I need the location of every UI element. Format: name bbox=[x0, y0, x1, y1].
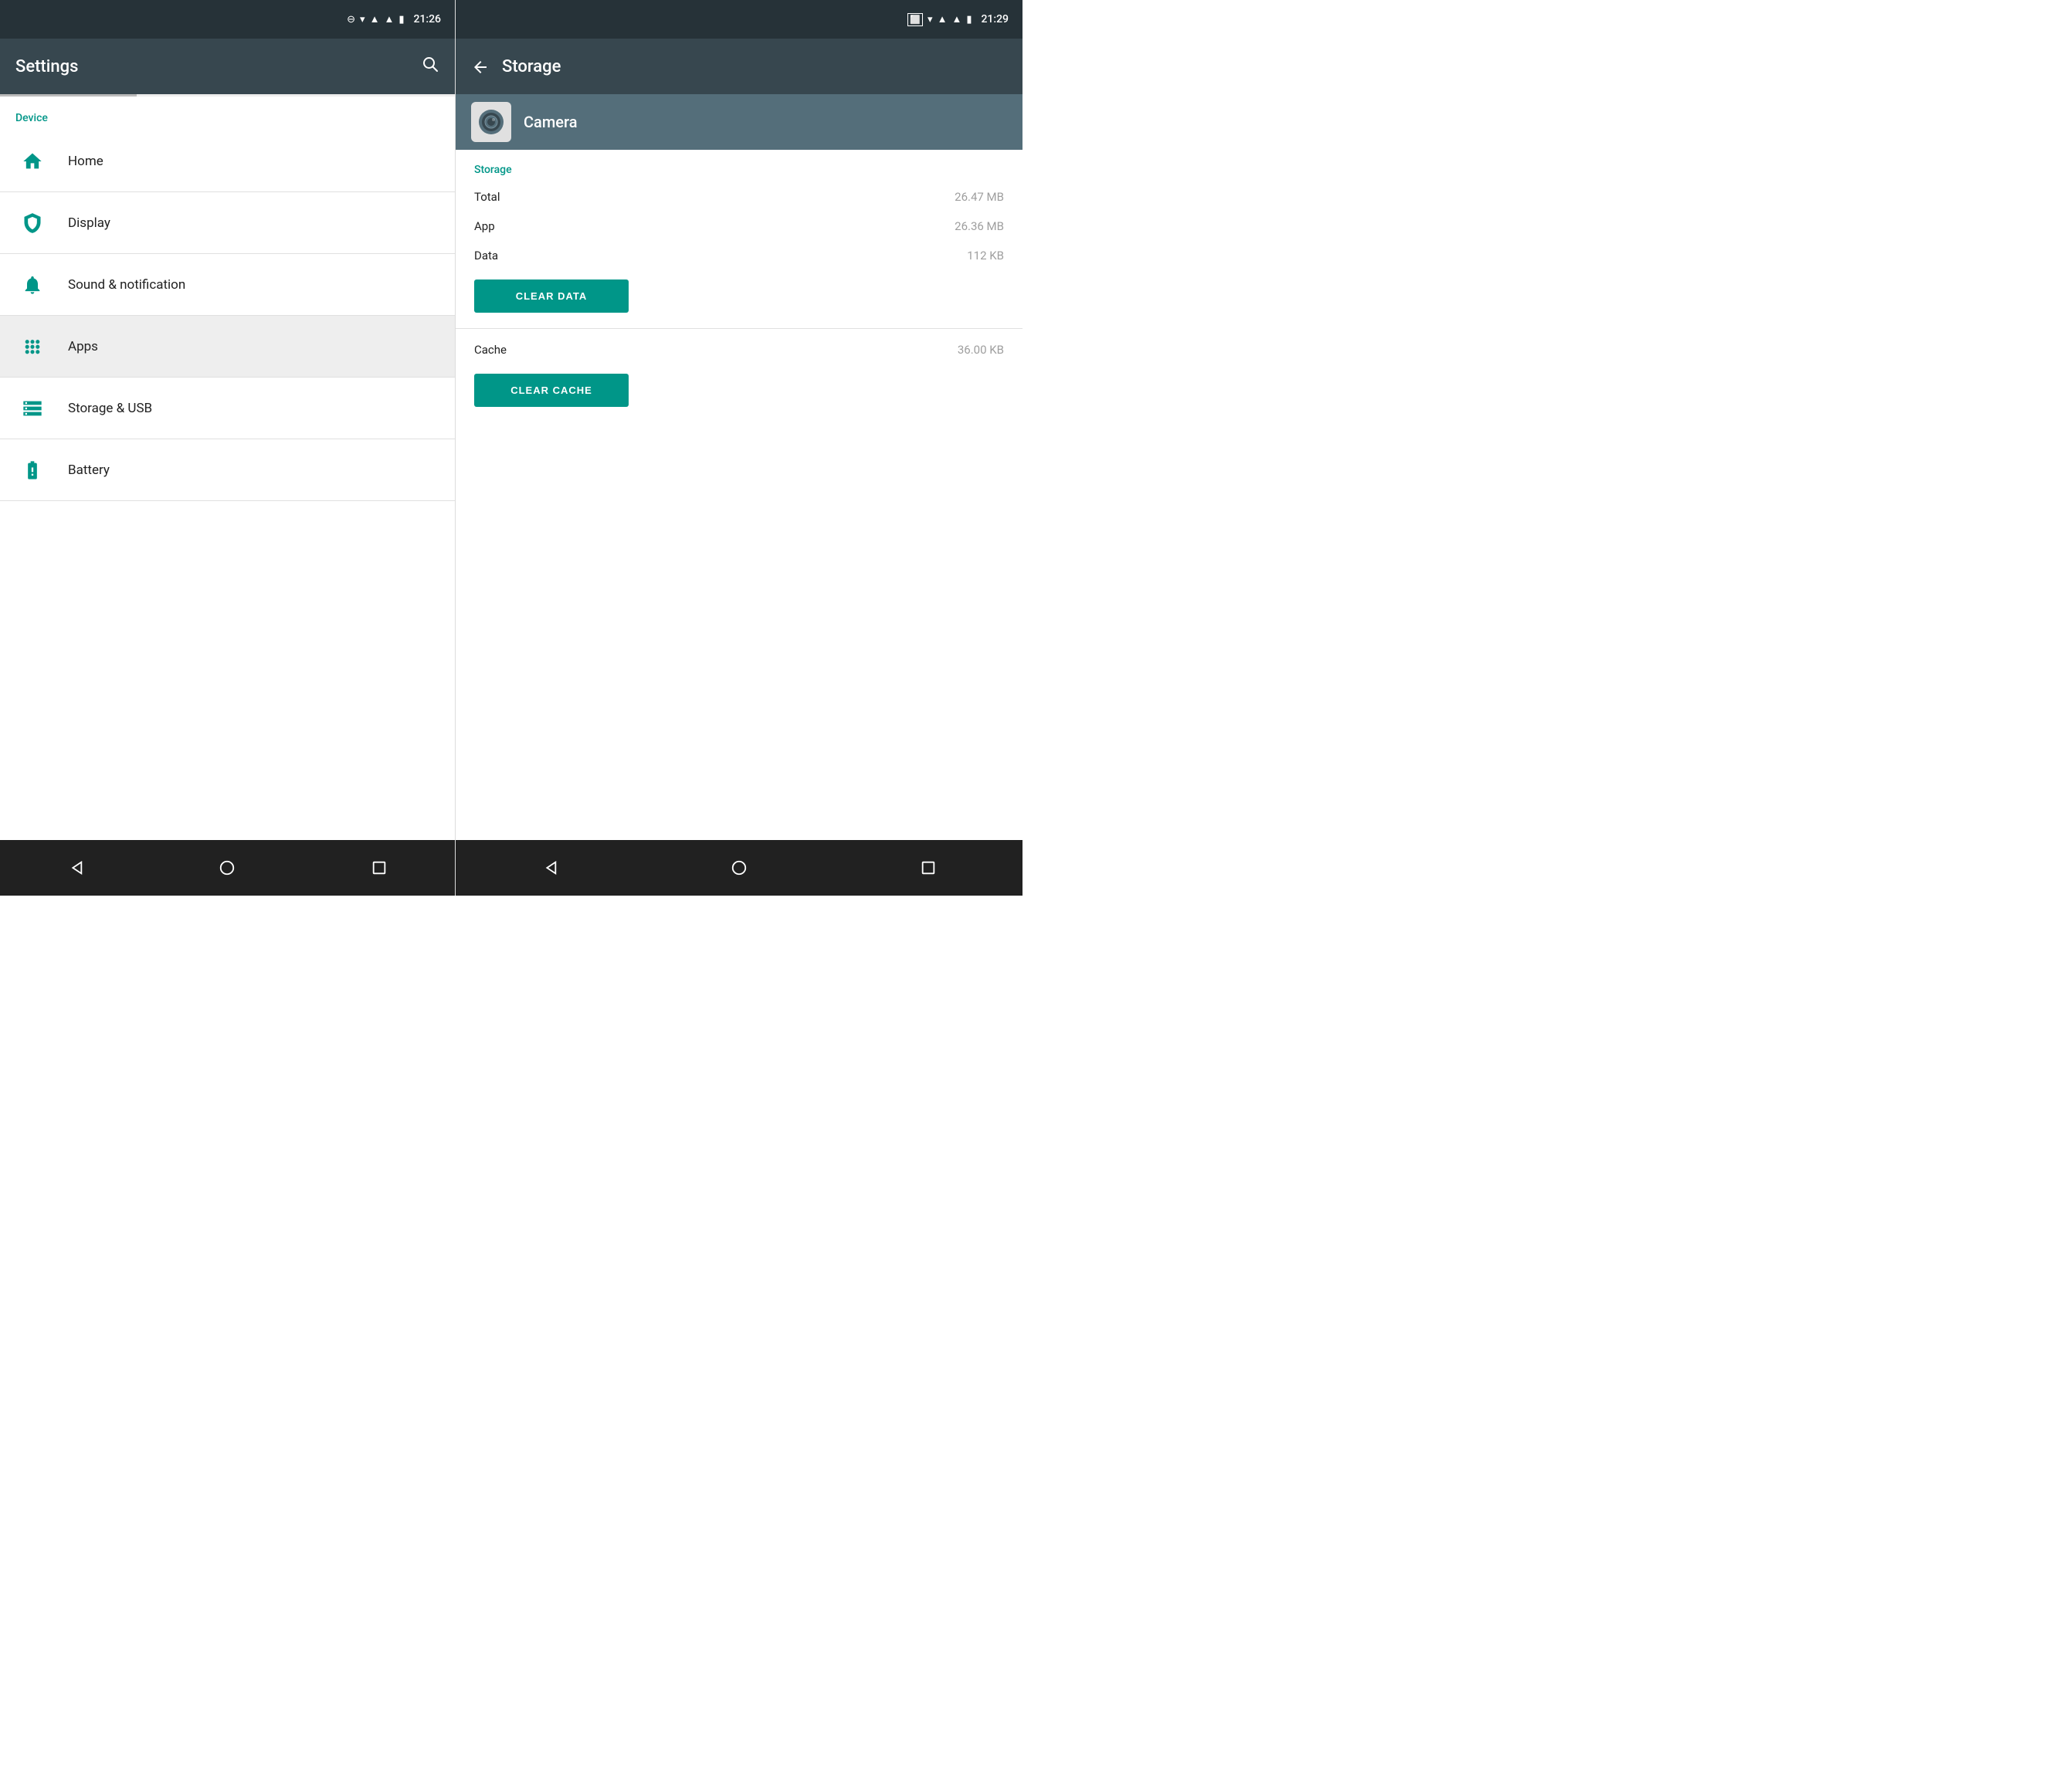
bottom-nav-left bbox=[0, 840, 455, 896]
battery-icon bbox=[15, 453, 49, 487]
back-button-left[interactable] bbox=[59, 851, 93, 885]
storage-row-total: Total 26.47 MB bbox=[456, 182, 1022, 212]
total-value: 26.47 MB bbox=[955, 190, 1004, 204]
storage-divider bbox=[456, 328, 1022, 329]
storage-app-bar: Storage bbox=[456, 39, 1022, 94]
storage-usb-label: Storage & USB bbox=[68, 401, 152, 416]
home-icon bbox=[15, 144, 49, 178]
signal2-icon: ▲ bbox=[384, 13, 394, 25]
display-icon bbox=[15, 206, 49, 240]
storage-panel: ⬜ ▾ ▲ ▲ ▮ 21:29 Storage Came bbox=[456, 0, 1022, 896]
bottom-nav-right bbox=[456, 840, 1022, 896]
battery-label: Battery bbox=[68, 462, 110, 478]
storage-icon bbox=[15, 391, 49, 425]
app-label: App bbox=[474, 219, 495, 233]
wifi-icon-right: ▾ bbox=[928, 14, 933, 25]
status-icons-right: ⬜ ▾ ▲ ▲ ▮ 21:29 bbox=[907, 13, 1009, 26]
sidebar-item-storage[interactable]: Storage & USB bbox=[0, 378, 455, 439]
sidebar-item-display[interactable]: Display bbox=[0, 192, 455, 254]
back-button-right[interactable] bbox=[533, 851, 567, 885]
apps-icon bbox=[15, 330, 49, 364]
clear-cache-button[interactable]: CLEAR CACHE bbox=[474, 374, 629, 407]
sound-icon bbox=[15, 268, 49, 302]
status-time-right: 21:29 bbox=[981, 13, 1009, 25]
status-bar-right: ⬜ ▾ ▲ ▲ ▮ 21:29 bbox=[456, 0, 1022, 39]
display-label: Display bbox=[68, 215, 110, 231]
data-label: Data bbox=[474, 249, 498, 263]
recent-button-right[interactable] bbox=[911, 851, 945, 885]
camera-app-bar: Camera bbox=[456, 94, 1022, 150]
apps-label: Apps bbox=[68, 339, 98, 354]
back-button-storage[interactable] bbox=[471, 56, 490, 76]
settings-app-bar: Settings bbox=[0, 39, 455, 94]
camera-app-name: Camera bbox=[524, 113, 577, 131]
battery-status-icon: ▮ bbox=[398, 14, 404, 25]
battery-status-icon-right: ▮ bbox=[966, 14, 972, 25]
settings-panel: ⊖ ▾ ▲ ▲ ▮ 21:26 Settings Device bbox=[0, 0, 456, 896]
cache-value: 36.00 KB bbox=[958, 343, 1004, 357]
dnd-icon: ⊖ bbox=[347, 14, 355, 25]
sound-label: Sound & notification bbox=[68, 277, 185, 293]
sidebar-item-home[interactable]: Home bbox=[0, 130, 455, 192]
storage-content: Storage Total 26.47 MB App 26.36 MB Data… bbox=[456, 150, 1022, 840]
signal-icon: ▲ bbox=[370, 13, 380, 25]
signal2-icon-right: ▲ bbox=[951, 13, 961, 25]
storage-row-data: Data 112 KB bbox=[456, 241, 1022, 270]
recent-button-left[interactable] bbox=[362, 851, 396, 885]
storage-title: Storage bbox=[502, 57, 1007, 76]
wifi-icon: ▾ bbox=[360, 14, 365, 25]
section-header-device: Device bbox=[0, 97, 455, 130]
search-button[interactable] bbox=[421, 55, 439, 78]
gallery-icon: ⬜ bbox=[907, 13, 923, 26]
home-button-left[interactable] bbox=[210, 851, 244, 885]
scroll-thumb bbox=[0, 94, 137, 97]
storage-row-app: App 26.36 MB bbox=[456, 212, 1022, 241]
total-label: Total bbox=[474, 190, 500, 204]
status-bar-left: ⊖ ▾ ▲ ▲ ▮ 21:26 bbox=[0, 0, 455, 39]
settings-list: Device Home Display bbox=[0, 97, 455, 840]
home-label: Home bbox=[68, 154, 103, 169]
settings-title: Settings bbox=[15, 57, 421, 76]
signal-icon-right: ▲ bbox=[938, 13, 948, 25]
storage-row-cache: Cache 36.00 KB bbox=[456, 335, 1022, 364]
clear-data-button[interactable]: CLEAR DATA bbox=[474, 279, 629, 313]
status-icons-left: ⊖ ▾ ▲ ▲ ▮ 21:26 bbox=[347, 13, 441, 25]
home-button-right[interactable] bbox=[722, 851, 756, 885]
sidebar-item-apps[interactable]: Apps bbox=[0, 316, 455, 378]
status-time-left: 21:26 bbox=[413, 13, 441, 25]
app-value: 26.36 MB bbox=[955, 219, 1004, 233]
storage-section-header: Storage bbox=[456, 150, 1022, 182]
sidebar-item-battery[interactable]: Battery bbox=[0, 439, 455, 501]
data-value: 112 KB bbox=[967, 249, 1004, 263]
cache-label: Cache bbox=[474, 343, 507, 357]
sidebar-item-sound[interactable]: Sound & notification bbox=[0, 254, 455, 316]
scroll-indicator bbox=[0, 94, 455, 97]
camera-app-icon bbox=[471, 102, 511, 142]
